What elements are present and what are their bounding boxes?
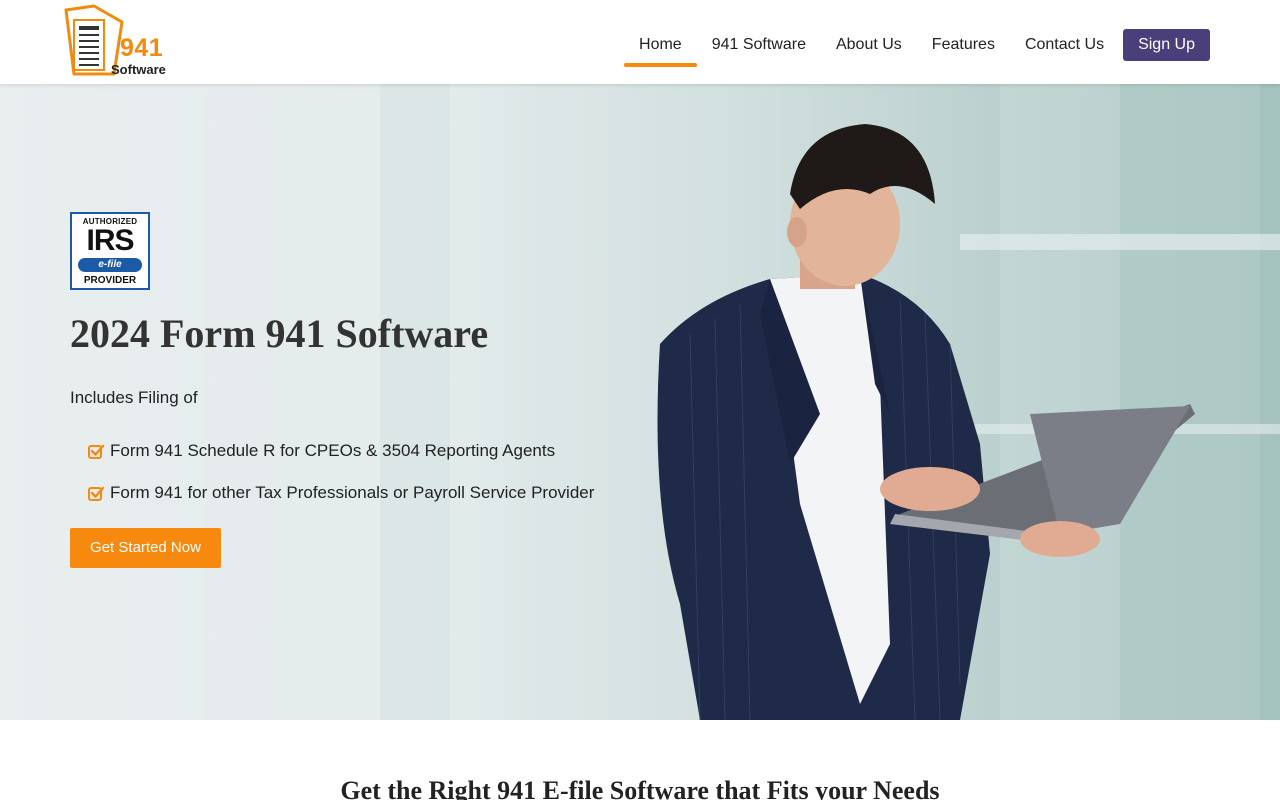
checkbox-checked-icon [88, 444, 105, 459]
nav-item-941-software[interactable]: 941 Software [697, 29, 821, 61]
nav-item-home[interactable]: Home [624, 29, 697, 67]
main-nav: Home 941 Software About Us Features Cont… [624, 25, 1210, 67]
feature-list: Form 941 Schedule R for CPEOs & 3504 Rep… [88, 430, 594, 514]
hero-title: 2024 Form 941 Software [70, 311, 489, 356]
nav-item-features[interactable]: Features [917, 29, 1010, 61]
site-logo[interactable]: 941 Software [60, 4, 185, 78]
logo-number: 941 [120, 34, 164, 62]
nav-item-contact-us[interactable]: Contact Us [1010, 29, 1119, 61]
irs-badge-efile-text: e-file [78, 258, 142, 272]
nav-item-about-us[interactable]: About Us [821, 29, 917, 61]
sign-up-button[interactable]: Sign Up [1123, 29, 1210, 61]
irs-badge-main-text: IRS [86, 224, 134, 257]
section-title: Get the Right 941 E-file Software that F… [340, 776, 940, 800]
checkbox-checked-icon [88, 486, 105, 501]
irs-authorized-badge: AUTHORIZED IRS e-file PROVIDER [70, 212, 150, 290]
hero-subtitle: Includes Filing of [70, 388, 198, 407]
feature-text: Form 941 Schedule R for CPEOs & 3504 Rep… [110, 441, 556, 460]
feature-text: Form 941 for other Tax Professionals or … [110, 483, 595, 502]
list-item: Form 941 Schedule R for CPEOs & 3504 Rep… [88, 430, 594, 472]
hero-section: AUTHORIZED IRS e-file PROVIDER 2024 Form… [0, 84, 1280, 720]
logo-subtitle: Software [111, 62, 166, 77]
site-header: 941 Software Home 941 Software About Us … [0, 0, 1280, 84]
list-item: Form 941 for other Tax Professionals or … [88, 472, 594, 514]
irs-badge-bottom-text: PROVIDER [83, 275, 137, 286]
get-started-button[interactable]: Get Started Now [70, 528, 221, 568]
